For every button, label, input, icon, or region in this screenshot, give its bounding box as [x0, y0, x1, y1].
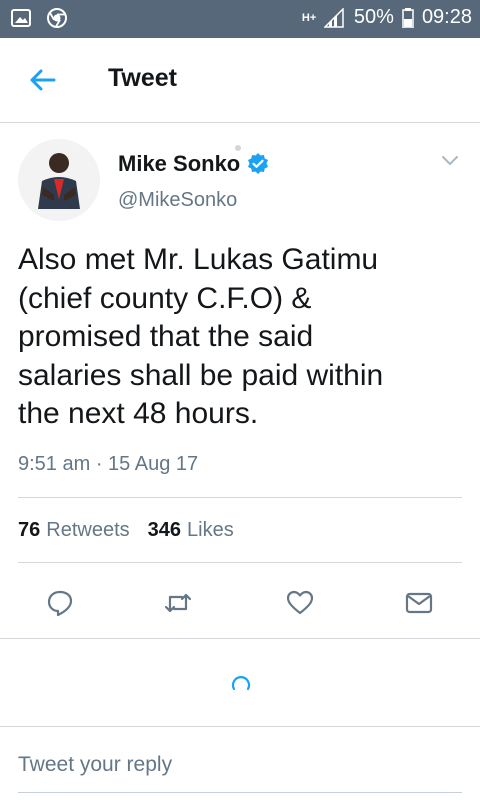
status-right: H+ 50% 09:28	[302, 6, 472, 29]
battery-percent: 50%	[353, 6, 394, 28]
divider	[18, 562, 462, 563]
status-bar: H+ 50% 09:28	[0, 0, 480, 38]
divider	[0, 726, 480, 727]
status-time: 09:28	[421, 6, 472, 28]
chrome-notification-icon	[47, 8, 67, 28]
verified-badge-icon	[248, 153, 269, 174]
signal-icon	[323, 7, 344, 28]
direct-message-icon[interactable]	[405, 589, 433, 617]
status-left-icons	[10, 7, 68, 29]
page-title: Tweet	[108, 64, 177, 92]
like-heart-icon[interactable]	[286, 589, 314, 617]
reply-icon[interactable]	[46, 589, 74, 617]
tweet-actions	[0, 589, 480, 617]
retweets-count: 76	[18, 519, 41, 541]
chevron-down-icon[interactable]	[440, 153, 460, 167]
likes-count: 346	[147, 519, 181, 541]
reply-input[interactable]: Tweet your reply	[18, 753, 172, 777]
reply-underline	[18, 792, 462, 793]
tweet-stats: 76 Retweets 346 Likes	[18, 519, 234, 542]
tweet-timestamp: 9:51 am · 15 Aug 17	[18, 453, 199, 475]
image-notification-icon	[11, 9, 31, 27]
avatar[interactable]	[18, 139, 100, 221]
back-arrow-icon[interactable]	[26, 64, 58, 96]
divider	[18, 497, 462, 498]
retweet-icon[interactable]	[164, 589, 192, 617]
likes-stat[interactable]: 346 Likes	[148, 519, 234, 542]
retweets-stat[interactable]: 76 Retweets	[18, 519, 130, 542]
author-name-text: Mike Sonko	[118, 151, 241, 176]
app-bar: Tweet	[0, 38, 480, 123]
author-handle[interactable]: @MikeSonko	[118, 189, 237, 212]
network-type: H+	[301, 11, 317, 24]
divider	[0, 638, 480, 639]
retweets-label: Retweets	[46, 519, 130, 541]
tweet-text: Also met Mr. Lukas Gatimu (chief county …	[18, 243, 384, 430]
loading-spinner-icon	[231, 676, 251, 691]
author-name[interactable]: Mike Sonko	[118, 151, 270, 177]
avatar-person-icon	[18, 139, 100, 221]
battery-icon	[402, 7, 414, 28]
likes-label: Likes	[187, 519, 234, 541]
